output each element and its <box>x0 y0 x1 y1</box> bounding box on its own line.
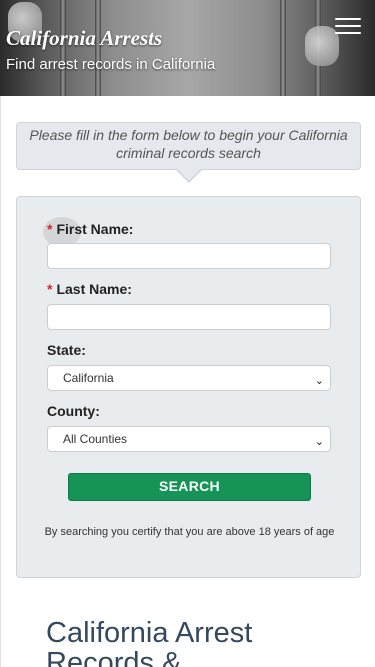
county-label: County: <box>47 403 100 419</box>
required-marker: * <box>47 281 53 297</box>
site-subtitle: Find arrest records in California <box>6 56 216 73</box>
hand-image <box>305 26 339 66</box>
state-select[interactable]: California ⌄ <box>47 365 331 391</box>
search-form: * First Name: * Last Name: State: Californ… <box>16 196 361 578</box>
age-certification-text: By searching you certify that you are ab… <box>44 526 335 538</box>
last-name-label: * Last Name: <box>47 281 132 297</box>
jail-bar <box>280 0 286 96</box>
state-label: State: <box>47 342 86 358</box>
site-title: California Arrests <box>6 26 163 50</box>
last-name-label-text: Last Name: <box>56 281 132 297</box>
state-selected-value: California <box>63 371 114 385</box>
chevron-down-icon: ⌄ <box>314 375 324 387</box>
hamburger-icon[interactable] <box>335 18 361 36</box>
first-name-field[interactable] <box>47 243 331 269</box>
required-marker: * <box>47 221 53 237</box>
section-heading: California Arrest Records & <box>46 617 253 667</box>
search-button[interactable]: SEARCH <box>68 473 311 501</box>
county-select[interactable]: All Counties ⌄ <box>47 426 331 452</box>
first-name-label: * First Name: <box>47 221 133 237</box>
hero-banner: California Arrests Find arrest records i… <box>0 0 375 96</box>
main-content: Please fill in the form below to begin y… <box>0 96 375 667</box>
last-name-field[interactable] <box>47 304 331 330</box>
chevron-down-icon: ⌄ <box>314 436 324 448</box>
intro-text: Please fill in the form below to begin y… <box>29 127 348 161</box>
callout-arrow <box>177 169 201 181</box>
county-selected-value: All Counties <box>63 432 128 446</box>
first-name-label-text: First Name: <box>56 221 134 237</box>
intro-callout: Please fill in the form below to begin y… <box>16 122 361 170</box>
